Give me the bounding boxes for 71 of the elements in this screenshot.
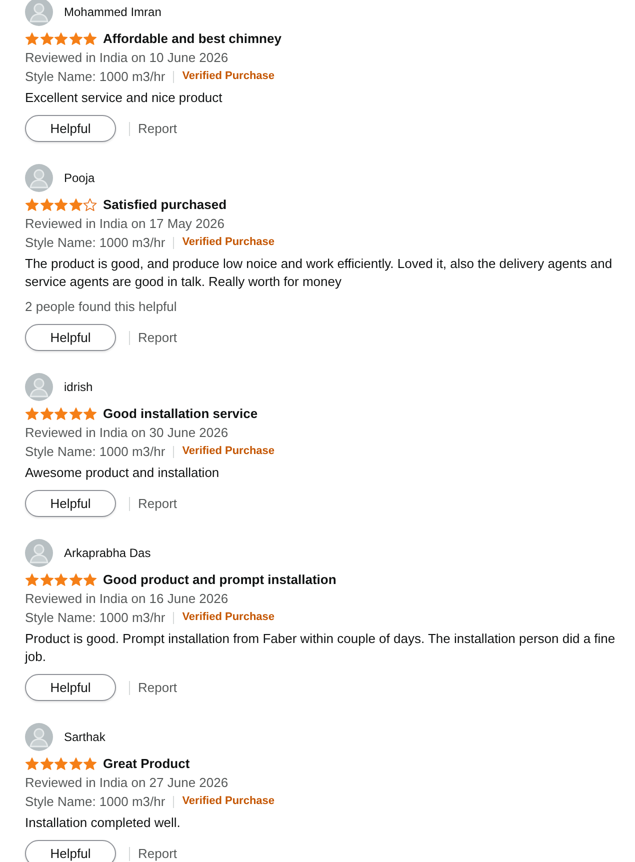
review-title[interactable]: Affordable and best chimney (103, 30, 282, 48)
helpful-button[interactable]: Helpful (25, 674, 116, 701)
review-date: Reviewed in India on 16 June 2026 (25, 590, 230, 608)
reviewer-name: Pooja (64, 170, 95, 186)
report-link[interactable]: Report (138, 494, 178, 512)
reviewer-name: Arkaprabha Das (64, 545, 151, 561)
reviewer-name: Sarthak (64, 729, 106, 745)
star-icon (68, 573, 82, 587)
star-icon (54, 198, 68, 212)
style-name: Style Name: 1000 m3/hr (25, 234, 166, 252)
review-text: Installation completed well. (25, 814, 182, 832)
star-icon (25, 198, 39, 212)
review-text: Product is good. Prompt installation from Faber within couple of days. The installation person did a fine job. (25, 630, 616, 666)
star-icon (54, 407, 68, 421)
style-name: Style Name: 1000 m3/hr (25, 443, 166, 461)
star-icon (68, 407, 82, 421)
star-icon (83, 407, 97, 421)
avatar-icon (25, 373, 53, 401)
report-link[interactable]: Report (138, 120, 178, 138)
style-name: Style Name: 1000 m3/hr (25, 609, 166, 627)
star-icon (83, 757, 97, 771)
style-name: Style Name: 1000 m3/hr (25, 68, 166, 86)
review-text: Excellent service and nice product (25, 89, 224, 107)
helpful-button[interactable]: Helpful (25, 490, 116, 517)
review-date: Reviewed in India on 30 June 2026 (25, 424, 230, 442)
verified-purchase-label: Verified Purchase (182, 610, 275, 625)
avatar-icon (25, 723, 53, 751)
report-link[interactable]: Report (138, 678, 178, 696)
review-text: Awesome product and installation (25, 464, 220, 482)
review-text: The product is good, and produce low noice and work efficiently. Loved it, also the delivery agents and service agents are good in talk. Really worth for money (25, 255, 614, 291)
verified-purchase-label: Verified Purchase (182, 235, 275, 250)
reviewer-name: Mohammed Imran (64, 4, 162, 20)
star-icon (83, 198, 97, 212)
star-icon (25, 32, 39, 46)
star-icon (83, 573, 97, 587)
star-icon (40, 32, 54, 46)
star-icon (40, 198, 54, 212)
review-title[interactable]: Satisfied purchased (103, 196, 227, 214)
avatar-icon (25, 0, 53, 26)
review-title[interactable]: Good product and prompt installation (103, 571, 336, 589)
star-icon (40, 757, 54, 771)
review-date: Reviewed in India on 17 May 2026 (25, 215, 226, 233)
review-date: Reviewed in India on 10 June 2026 (25, 49, 230, 67)
helpful-count-text: 2 people found this helpful (25, 298, 178, 316)
helpful-button[interactable]: Helpful (25, 115, 116, 142)
star-icon (40, 407, 54, 421)
review-title[interactable]: Good installation service (103, 405, 258, 423)
star-icon (40, 573, 54, 587)
helpful-button[interactable]: Helpful (25, 324, 116, 351)
star-icon (54, 757, 68, 771)
report-link[interactable]: Report (138, 844, 178, 862)
reviewer-name: idrish (64, 379, 93, 395)
star-icon (68, 757, 82, 771)
report-link[interactable]: Report (138, 328, 178, 346)
star-icon (25, 757, 39, 771)
avatar-icon (25, 164, 53, 192)
helpful-button[interactable]: Helpful (25, 840, 116, 862)
review-date: Reviewed in India on 27 June 2026 (25, 774, 230, 792)
style-name: Style Name: 1000 m3/hr (25, 793, 166, 811)
star-icon (25, 407, 39, 421)
star-icon (54, 573, 68, 587)
verified-purchase-label: Verified Purchase (182, 794, 275, 809)
avatar-icon (25, 539, 53, 567)
star-icon (54, 32, 68, 46)
star-icon (83, 32, 97, 46)
star-icon (68, 198, 82, 212)
review-title[interactable]: Great Product (103, 755, 190, 773)
star-icon (68, 32, 82, 46)
verified-purchase-label: Verified Purchase (182, 444, 275, 459)
verified-purchase-label: Verified Purchase (182, 69, 275, 84)
star-icon (25, 573, 39, 587)
